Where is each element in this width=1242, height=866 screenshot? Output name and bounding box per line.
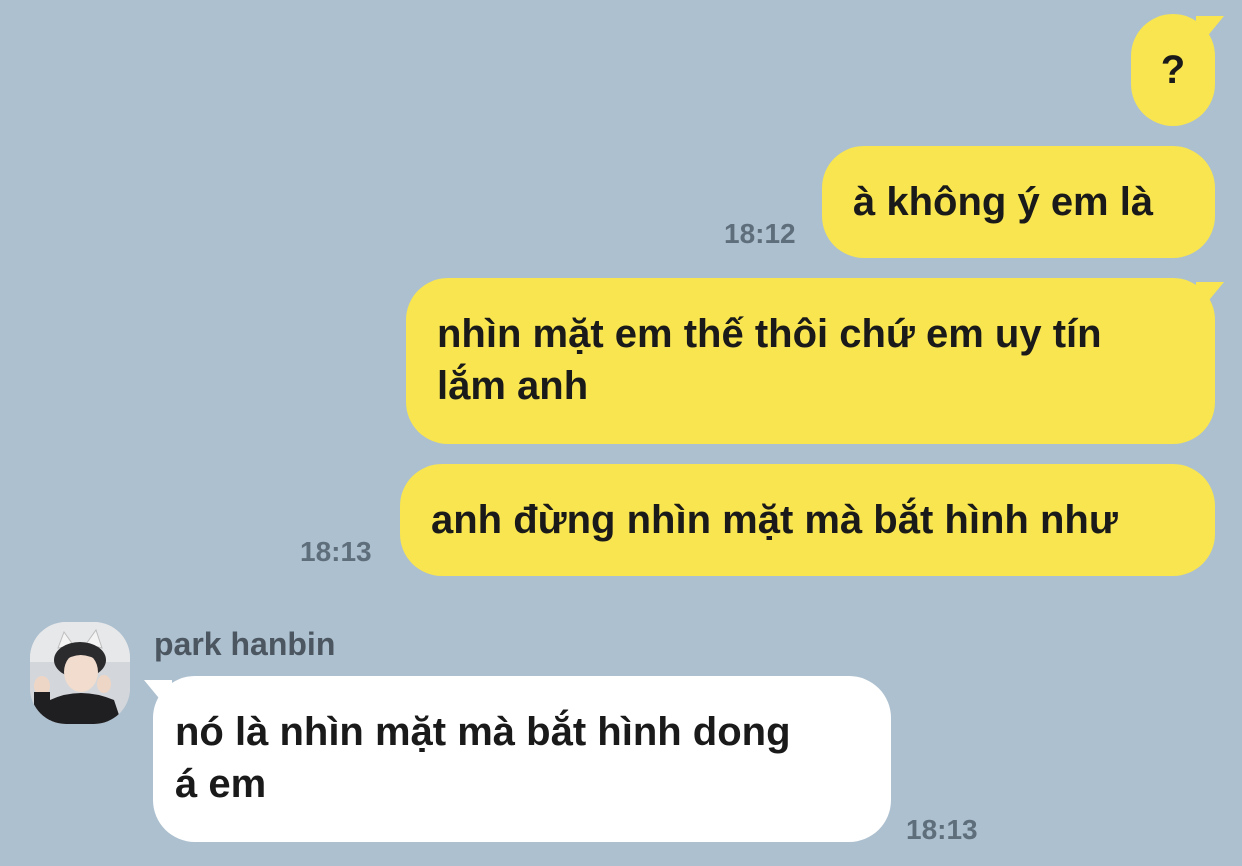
outgoing-message-bubble[interactable]: ? — [1131, 14, 1215, 126]
incoming-message-bubble[interactable]: nó là nhìn mặt mà bắt hình dong á em — [153, 676, 891, 842]
outgoing-message-bubble[interactable]: nhìn mặt em thế thôi chứ em uy tín lắm a… — [406, 278, 1215, 444]
message-text-line: nó là nhìn mặt mà bắt hình dong — [175, 710, 791, 754]
message-text: à không ý em là — [853, 180, 1154, 224]
message-text: ? — [1160, 48, 1186, 92]
outgoing-message-bubble[interactable]: anh đừng nhìn mặt mà bắt hình như — [400, 464, 1215, 576]
message-text-line: nhìn mặt em thế thôi chứ em uy tín — [437, 312, 1102, 356]
message-text-line: lắm anh — [437, 364, 589, 408]
message-timestamp: 18:13 — [906, 814, 978, 845]
message-text-line: á em — [175, 762, 267, 806]
message-text: anh đừng nhìn mặt mà bắt hình như — [431, 498, 1118, 542]
avatar-image — [30, 622, 130, 724]
outgoing-message-bubble[interactable]: à không ý em là — [822, 146, 1215, 258]
message-timestamp: 18:13 — [300, 536, 372, 567]
avatar[interactable] — [30, 622, 130, 724]
sender-name: park hanbin — [154, 626, 336, 662]
message-timestamp: 18:12 — [724, 218, 796, 249]
